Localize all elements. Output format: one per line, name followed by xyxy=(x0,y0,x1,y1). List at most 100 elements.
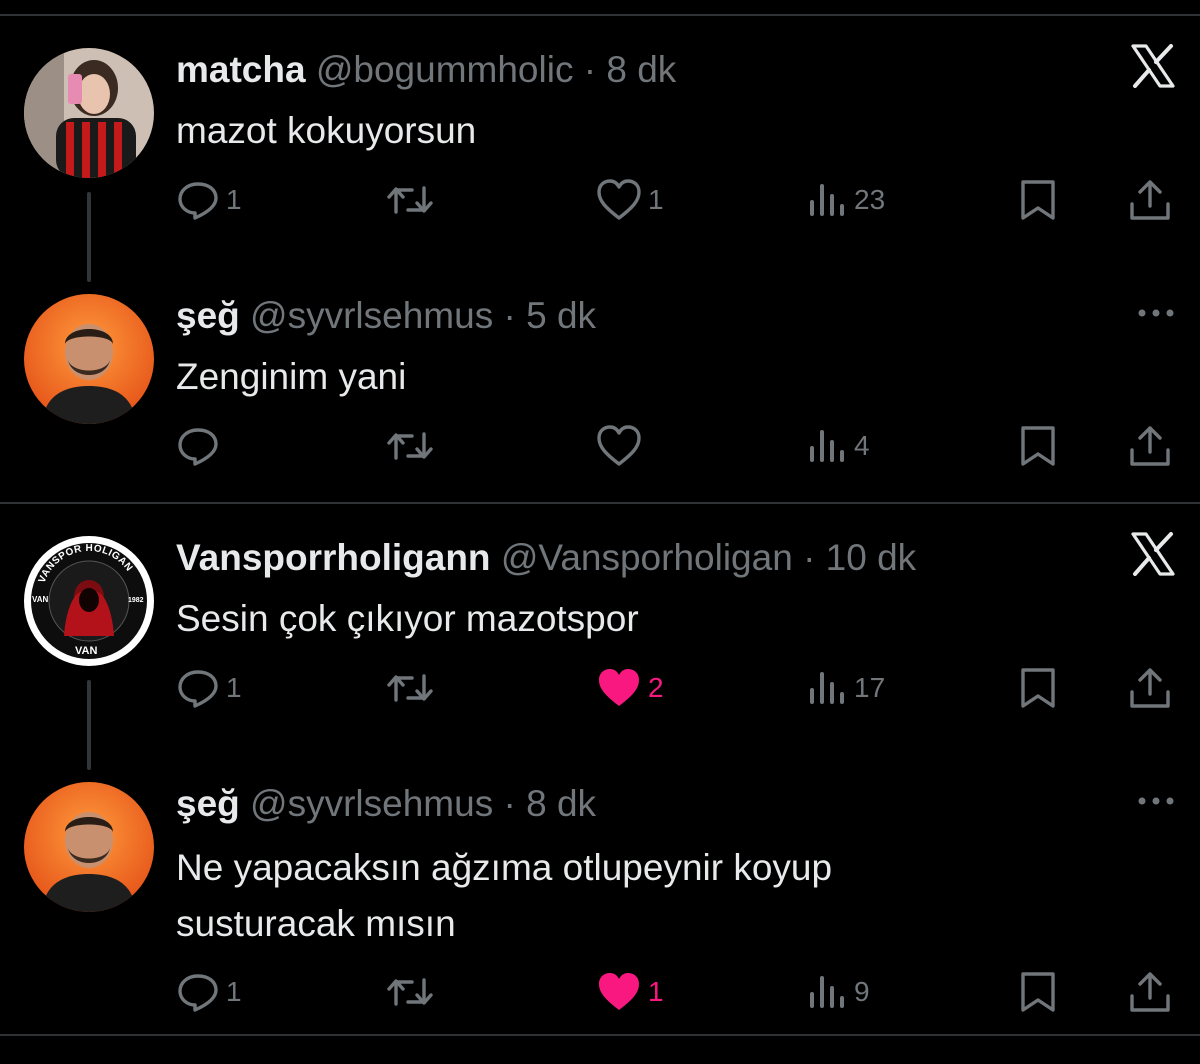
action-bar: 4 xyxy=(176,424,1176,468)
tweet-header: matcha @bogummholic · 8 dk xyxy=(176,48,676,92)
views-icon xyxy=(808,666,848,710)
username[interactable]: @syvrlsehmus xyxy=(250,783,493,824)
action-bar: 1 2 17 xyxy=(176,666,1176,710)
reply-button[interactable] xyxy=(176,424,226,468)
display-name[interactable]: şeğ xyxy=(176,783,240,824)
timestamp[interactable]: · 8 dk xyxy=(584,49,677,90)
share-button[interactable] xyxy=(1128,970,1172,1014)
views-button[interactable]: 9 xyxy=(808,970,870,1014)
reply-icon xyxy=(176,178,220,222)
bookmark-icon xyxy=(1018,666,1058,710)
like-count: 1 xyxy=(648,184,664,215)
timestamp[interactable]: · 5 dk xyxy=(503,295,596,336)
username[interactable]: @Vansporholigan xyxy=(501,537,793,578)
divider xyxy=(0,14,1200,16)
views-count: 4 xyxy=(854,430,870,461)
reply-icon xyxy=(176,424,220,468)
reply-count: 1 xyxy=(226,184,242,215)
share-button[interactable] xyxy=(1128,178,1172,222)
bookmark-icon xyxy=(1018,424,1058,468)
tweet-text: Zenginim yani xyxy=(176,356,407,397)
reply-icon xyxy=(176,666,220,710)
tweet-text-line: susturacak mısın xyxy=(176,903,456,944)
heart-icon xyxy=(596,178,642,222)
tweet-header: şeğ @syvrlsehmus · 5 dk xyxy=(176,294,596,338)
like-button[interactable]: 2 xyxy=(596,666,664,710)
bookmark-button[interactable] xyxy=(1018,666,1058,710)
reply-button[interactable]: 1 xyxy=(176,970,242,1014)
tweet-text: mazot kokuyorsun xyxy=(176,110,477,151)
avatar[interactable] xyxy=(24,782,154,912)
avatar[interactable]: VAN 1982 VAN VANSPOR HOLIGAN xyxy=(24,536,154,666)
bookmark-icon xyxy=(1018,970,1058,1014)
share-icon xyxy=(1128,424,1172,468)
username[interactable]: @bogummholic xyxy=(316,49,574,90)
retweet-icon xyxy=(386,970,434,1014)
bookmark-button[interactable] xyxy=(1018,424,1058,468)
timestamp[interactable]: · 10 dk xyxy=(803,537,916,578)
bookmark-button[interactable] xyxy=(1018,970,1058,1014)
tweet-text: Ne yapacaksın ağzıma otlupeynir koyup su… xyxy=(176,840,1076,952)
share-button[interactable] xyxy=(1128,424,1172,468)
tweet-text: Sesin çok çıkıyor mazotspor xyxy=(176,598,639,639)
retweet-button[interactable] xyxy=(386,178,434,222)
views-icon xyxy=(808,970,848,1014)
display-name[interactable]: Vansporrholigann xyxy=(176,537,491,578)
retweet-button[interactable] xyxy=(386,424,434,468)
reply-icon xyxy=(176,970,220,1014)
views-button[interactable]: 23 xyxy=(808,178,885,222)
reply-button[interactable]: 1 xyxy=(176,666,242,710)
like-count: 2 xyxy=(648,672,664,703)
more-icon[interactable] xyxy=(1136,794,1176,812)
reply-count: 1 xyxy=(226,976,242,1007)
x-logo-icon[interactable] xyxy=(1130,532,1176,581)
views-icon xyxy=(808,424,848,468)
share-button[interactable] xyxy=(1128,666,1172,710)
heart-filled-icon xyxy=(596,666,642,710)
like-button[interactable] xyxy=(596,424,648,468)
display-name[interactable]: şeğ xyxy=(176,295,240,336)
retweet-icon xyxy=(386,666,434,710)
logo-text-bottom: VAN xyxy=(75,645,97,657)
views-count: 23 xyxy=(854,184,886,215)
tweet-header: Vansporrholigann @Vansporholigan · 10 dk xyxy=(176,536,916,580)
action-bar: 1 1 23 xyxy=(176,178,1176,222)
bookmark-icon xyxy=(1018,178,1058,222)
retweet-icon xyxy=(386,178,434,222)
retweet-icon xyxy=(386,424,434,468)
timestamp[interactable]: · 8 dk xyxy=(503,783,596,824)
views-icon xyxy=(808,178,848,222)
more-icon[interactable] xyxy=(1136,306,1176,324)
views-count: 9 xyxy=(854,976,870,1007)
thread-connector xyxy=(87,192,91,282)
like-count: 1 xyxy=(648,976,664,1007)
retweet-button[interactable] xyxy=(386,666,434,710)
views-button[interactable]: 17 xyxy=(808,666,885,710)
bookmark-button[interactable] xyxy=(1018,178,1058,222)
tweet-text-line: Ne yapacaksın ağzıma otlupeynir koyup xyxy=(176,847,833,888)
display-name[interactable]: matcha xyxy=(176,49,306,90)
logo-text-left: VAN xyxy=(32,595,49,604)
logo-text-right: 1982 xyxy=(128,597,144,604)
avatar[interactable] xyxy=(24,48,154,178)
x-logo-icon[interactable] xyxy=(1130,44,1176,93)
like-button[interactable]: 1 xyxy=(596,970,664,1014)
action-bar: 1 1 9 xyxy=(176,970,1176,1014)
thread-connector xyxy=(87,680,91,770)
username[interactable]: @syvrlsehmus xyxy=(250,295,493,336)
share-icon xyxy=(1128,970,1172,1014)
heart-icon xyxy=(596,424,642,468)
reply-button[interactable]: 1 xyxy=(176,178,242,222)
reply-count: 1 xyxy=(226,672,242,703)
views-button[interactable]: 4 xyxy=(808,424,870,468)
retweet-button[interactable] xyxy=(386,970,434,1014)
avatar[interactable] xyxy=(24,294,154,424)
tweet-header: şeğ @syvrlsehmus · 8 dk xyxy=(176,782,596,826)
heart-filled-icon xyxy=(596,970,642,1014)
views-count: 17 xyxy=(854,672,886,703)
divider xyxy=(0,502,1200,504)
like-button[interactable]: 1 xyxy=(596,178,664,222)
share-icon xyxy=(1128,666,1172,710)
divider xyxy=(0,1034,1200,1036)
share-icon xyxy=(1128,178,1172,222)
